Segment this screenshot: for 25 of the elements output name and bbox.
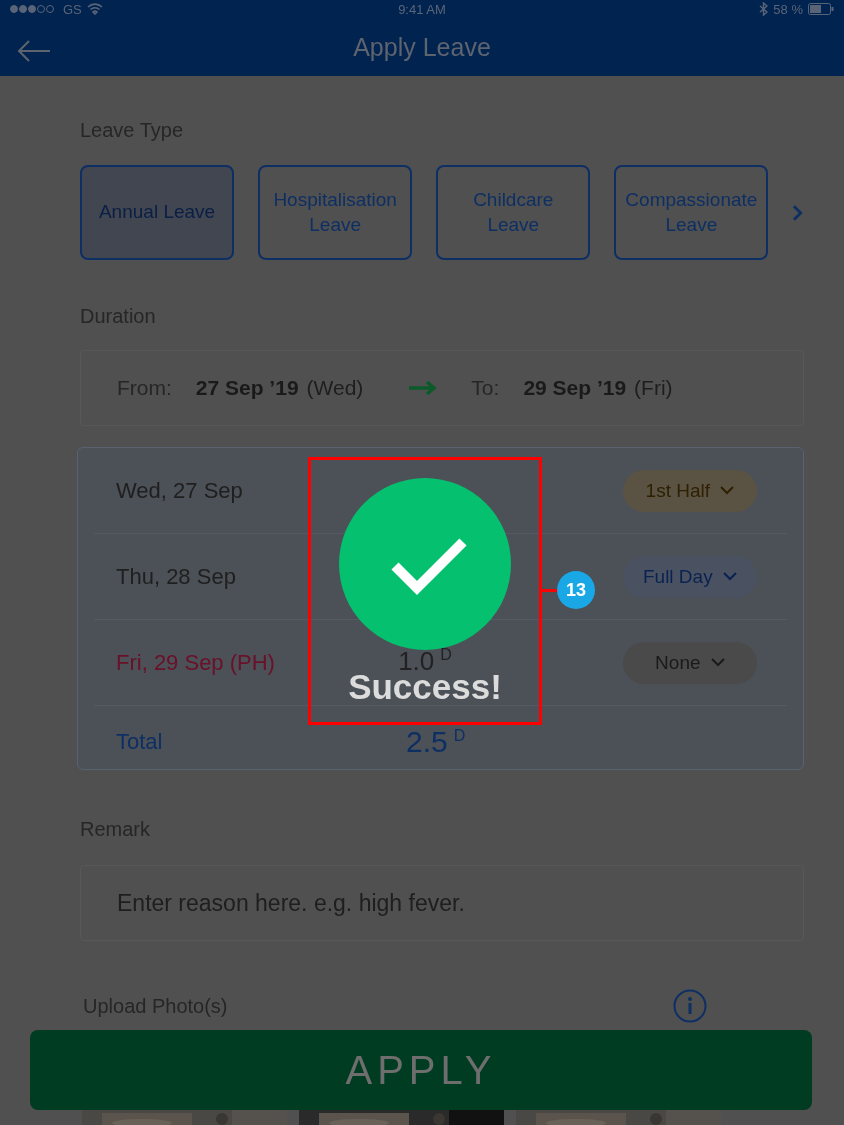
total-label: Total xyxy=(115,728,164,755)
success-check-icon xyxy=(339,478,511,650)
caret-icon xyxy=(720,486,735,495)
day-date: Fri, 29 Sep (PH) xyxy=(115,649,276,676)
battery-icon xyxy=(808,3,834,16)
leave-type-option[interactable]: Annual Leave xyxy=(80,165,235,260)
total-value: 2.5 $^{D}$ xyxy=(406,724,467,759)
carrier-name: GS xyxy=(63,1,82,17)
leave-type-option[interactable]: Hospitalisation Leave xyxy=(258,165,413,260)
caret-icon xyxy=(710,658,725,667)
wifi-icon xyxy=(86,3,103,16)
battery-percent: 58 % xyxy=(773,1,803,17)
day-date: Wed, 27 Sep xyxy=(115,477,244,504)
chevron-right-icon[interactable] xyxy=(792,203,805,222)
status-time: 9:41 AM xyxy=(398,1,446,17)
leave-type-option[interactable]: Childcare Leave xyxy=(436,165,591,260)
leave-type-option[interactable]: Compassionate Leave xyxy=(614,165,769,260)
info-icon[interactable] xyxy=(673,989,707,1023)
day-option-dropdown[interactable]: 1st Half xyxy=(622,469,757,512)
caret-icon xyxy=(722,572,737,581)
day-date: Thu, 28 Sep xyxy=(115,563,237,590)
bluetooth-icon xyxy=(759,2,769,17)
apply-button[interactable]: APPLY xyxy=(30,1030,812,1110)
screen-title: Apply Leave xyxy=(353,32,491,62)
day-option-dropdown[interactable]: Full Day xyxy=(622,555,757,598)
